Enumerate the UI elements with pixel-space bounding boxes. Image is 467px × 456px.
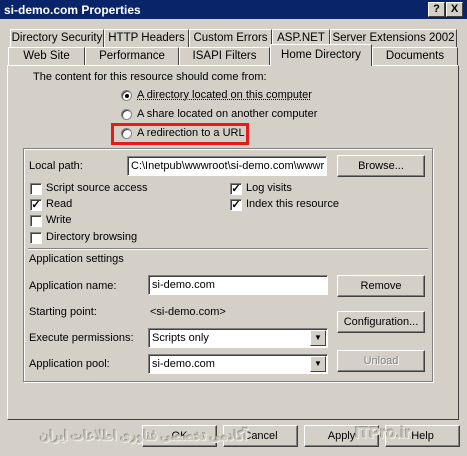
app-name-label: Application name: [29,280,117,292]
application-pool-select[interactable]: si-demo.com ▼ [148,354,328,374]
title-bar: si-demo.com Properties [0,0,467,19]
local-path-label: Local path: [29,160,83,172]
starting-point-label: Starting point: [29,306,97,318]
unload-button[interactable]: Unload [337,350,425,372]
tab-home-directory[interactable]: Home Directory [270,44,372,66]
close-title-button[interactable]: X [446,2,463,17]
starting-point-value: <si-demo.com> [150,306,226,318]
browse-button[interactable]: Browse... [337,155,425,177]
group-divider [28,248,428,250]
execute-permissions-select[interactable]: Scripts only ▼ [148,328,328,348]
configuration-button[interactable]: Configuration... [337,311,425,333]
execute-permissions-value: Scripts only [152,332,209,344]
chevron-down-icon[interactable]: ▼ [310,356,326,372]
content-source-prompt: The content for this resource should com… [33,71,267,83]
radio-network-share[interactable] [121,109,132,120]
checkbox-write[interactable] [30,215,42,227]
checkbox-log-visits[interactable]: ✓ [230,183,242,195]
application-pool-value: si-demo.com [152,358,215,370]
app-name-input[interactable]: si-demo.com [148,275,328,295]
tab-documents[interactable]: Documents [372,47,458,66]
directory-browsing-label: Directory browsing [46,231,138,243]
radio-selected-dot [125,94,129,98]
radio-network-share-label[interactable]: A share located on another computer [137,108,317,121]
read-label: Read [46,198,73,210]
local-path-input[interactable]: C:\Inetpub\wwwroot\si-demo.com\wwwr [127,156,327,176]
checkbox-index-resource[interactable]: ✓ [230,199,242,211]
radio-url-redirection-label[interactable]: A redirection to a URL [137,127,245,140]
window-title: si-demo.com Properties [4,3,141,17]
watermark-arabic: آکادمی تخصصی فناوری اطلاعات ایران [40,428,248,443]
log-visits-label: Log visits [246,182,292,194]
radio-url-redirection[interactable] [121,128,132,139]
tab-isapi-filters[interactable]: ISAPI Filters [179,47,270,66]
app-settings-heading: Application settings [29,253,124,265]
tab-http-headers[interactable]: HTTP Headers [104,29,189,48]
write-label: Write [46,214,72,226]
script-source-access-label: Script source access [46,182,148,194]
tab-custom-errors[interactable]: Custom Errors [189,29,272,48]
tab-performance[interactable]: Performance [85,47,179,66]
tab-directory-security[interactable]: Directory Security [10,29,104,48]
checkbox-read[interactable]: ✓ [30,199,42,211]
radio-local-directory[interactable] [121,90,132,101]
checkbox-script-source-access[interactable] [30,183,42,195]
checkbox-directory-browsing[interactable] [30,232,42,244]
watermark-latin: ITPro.ir [355,425,412,442]
application-pool-label: Application pool: [29,358,110,370]
radio-local-directory-label[interactable]: A directory located on this computer [137,89,312,102]
remove-button[interactable]: Remove [337,275,425,297]
index-resource-label: Index this resource [246,198,339,210]
chevron-down-icon[interactable]: ▼ [310,330,326,346]
tab-web-site[interactable]: Web Site [8,47,85,66]
execute-permissions-label: Execute permissions: [29,332,134,344]
help-title-button[interactable]: ? [428,2,445,17]
